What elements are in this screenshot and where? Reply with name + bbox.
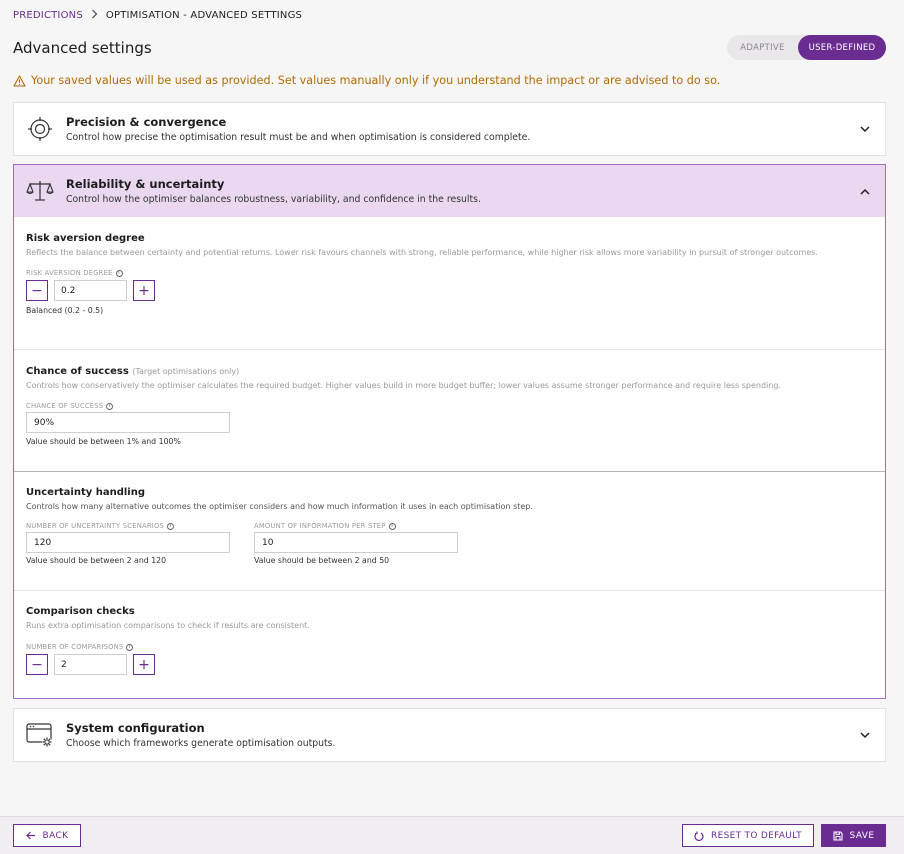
- breadcrumb: PREDICTIONS OPTIMISATION - ADVANCED SETT…: [13, 8, 302, 22]
- reset-to-default-button[interactable]: RESET TO DEFAULT: [682, 824, 814, 847]
- panel-reliability-title: Reliability & uncertainty: [66, 177, 225, 191]
- comparison-desc: Runs extra optimisation comparisons to c…: [26, 621, 310, 630]
- panel-system: System configuration Choose which framew…: [13, 708, 886, 762]
- comparison-field-label: NUMBER OF COMPARISONS i: [26, 643, 873, 651]
- scenarios-input[interactable]: 120: [26, 532, 230, 553]
- arrow-left-icon: [25, 831, 35, 840]
- target-icon: [14, 103, 66, 155]
- mode-toggle[interactable]: ADAPTIVE USER-DEFINED: [727, 35, 886, 60]
- reliability-sections: Risk aversion degree Reflects the balanc…: [14, 217, 885, 698]
- breadcrumb-current: OPTIMISATION - ADVANCED SETTINGS: [105, 9, 303, 21]
- section-uncertainty-handling: Uncertainty handling Controls how many a…: [14, 471, 885, 590]
- risk-stepper: − 0.2 +: [26, 280, 873, 301]
- comparison-increment-button[interactable]: +: [133, 654, 155, 675]
- risk-label-text: RISK AVERSION DEGREE: [26, 269, 113, 277]
- chance-desc: Controls how conservatively the optimise…: [26, 381, 781, 390]
- section-risk-aversion: Risk aversion degree Reflects the balanc…: [14, 217, 885, 349]
- breadcrumb-link-predictions[interactable]: PREDICTIONS: [13, 10, 83, 21]
- chevron-right-icon: [91, 9, 98, 22]
- panel-precision-title: Precision & convergence: [66, 115, 227, 129]
- chance-hint: Value should be between 1% and 100%: [26, 437, 181, 446]
- bottom-action-bar: BACK RESET TO DEFAULT SAVE: [0, 816, 904, 854]
- risk-hint: Balanced (0.2 - 0.5): [26, 306, 104, 315]
- uncertainty-title: Uncertainty handling: [26, 487, 146, 498]
- info-per-step-label-text: AMOUNT OF INFORMATION PER STEP: [254, 522, 386, 530]
- panel-system-header[interactable]: System configuration Choose which framew…: [14, 709, 885, 761]
- risk-desc: Reflects the balance between certainty a…: [26, 248, 818, 257]
- reset-icon: [694, 831, 704, 841]
- save-icon: [832, 830, 843, 841]
- chance-field-label: CHANCE OF SUCCESS i: [26, 402, 873, 410]
- scale-icon: [14, 165, 66, 217]
- chevron-down-icon[interactable]: [859, 123, 871, 135]
- page: PREDICTIONS OPTIMISATION - ADVANCED SETT…: [0, 0, 904, 816]
- chance-note: (Target optimisations only): [132, 367, 240, 376]
- risk-field-label: RISK AVERSION DEGREE i: [26, 269, 873, 277]
- warning-text: Your saved values will be used as provid…: [31, 74, 721, 87]
- warning-icon: [13, 74, 26, 87]
- chance-title-text: Chance of success: [26, 366, 129, 377]
- window-gear-icon: [14, 709, 66, 761]
- panel-precision-desc: Control how precise the optimisation res…: [66, 132, 531, 143]
- section-chance-of-success: Chance of success (Target optimisations …: [14, 349, 885, 471]
- comparison-decrement-button[interactable]: −: [26, 654, 48, 675]
- comparison-label-text: NUMBER OF COMPARISONS: [26, 643, 124, 651]
- uncertainty-desc: Controls how many alternative outcomes t…: [26, 502, 533, 511]
- panel-system-desc: Choose which frameworks generate optimis…: [66, 738, 336, 749]
- panel-system-title: System configuration: [66, 721, 205, 735]
- back-button-label: BACK: [42, 830, 69, 841]
- warning-message: Your saved values will be used as provid…: [13, 74, 720, 87]
- info-per-step-input[interactable]: 10: [254, 532, 458, 553]
- uncertainty-fields: NUMBER OF UNCERTAINTY SCENARIOS i 120 Va…: [26, 522, 873, 565]
- page-title: Advanced settings: [13, 39, 152, 57]
- info-icon[interactable]: i: [126, 643, 134, 651]
- comparison-title: Comparison checks: [26, 606, 135, 617]
- info-icon[interactable]: i: [106, 402, 114, 410]
- risk-title: Risk aversion degree: [26, 233, 145, 244]
- panel-reliability-desc: Control how the optimiser balances robus…: [66, 194, 481, 205]
- mode-user-defined-option[interactable]: USER-DEFINED: [798, 35, 886, 60]
- mode-adaptive-option[interactable]: ADAPTIVE: [727, 35, 798, 60]
- scenarios-field: NUMBER OF UNCERTAINTY SCENARIOS i 120 Va…: [26, 522, 254, 565]
- save-button-label: SAVE: [849, 830, 875, 841]
- panel-precision-header[interactable]: Precision & convergence Control how prec…: [14, 103, 885, 155]
- risk-decrement-button[interactable]: −: [26, 280, 48, 301]
- section-comparison-checks: Comparison checks Runs extra optimisatio…: [14, 590, 885, 698]
- chevron-up-icon[interactable]: [859, 185, 871, 197]
- chevron-down-icon[interactable]: [859, 729, 871, 741]
- reset-button-label: RESET TO DEFAULT: [711, 830, 802, 841]
- panel-precision: Precision & convergence Control how prec…: [13, 102, 886, 156]
- scenarios-hint: Value should be between 2 and 120: [26, 556, 167, 565]
- risk-increment-button[interactable]: +: [133, 280, 155, 301]
- comparison-input[interactable]: 2: [54, 654, 127, 675]
- risk-input[interactable]: 0.2: [54, 280, 127, 301]
- comparison-stepper: − 2 +: [26, 654, 873, 675]
- chance-label-text: CHANCE OF SUCCESS: [26, 402, 104, 410]
- info-icon[interactable]: i: [115, 269, 123, 277]
- info-per-step-field-label: AMOUNT OF INFORMATION PER STEP i: [254, 522, 482, 530]
- chance-title: Chance of success (Target optimisations …: [26, 366, 873, 377]
- info-icon[interactable]: i: [167, 522, 175, 530]
- back-button[interactable]: BACK: [13, 824, 81, 847]
- info-per-step-field: AMOUNT OF INFORMATION PER STEP i 10 Valu…: [254, 522, 482, 565]
- scenarios-field-label: NUMBER OF UNCERTAINTY SCENARIOS i: [26, 522, 254, 530]
- panel-reliability: Reliability & uncertainty Control how th…: [13, 164, 886, 699]
- info-icon[interactable]: i: [388, 522, 396, 530]
- info-per-step-hint: Value should be between 2 and 50: [254, 556, 390, 565]
- scenarios-label-text: NUMBER OF UNCERTAINTY SCENARIOS: [26, 522, 165, 530]
- chance-input[interactable]: 90%: [26, 412, 230, 433]
- save-button[interactable]: SAVE: [821, 824, 886, 847]
- panel-reliability-header[interactable]: Reliability & uncertainty Control how th…: [14, 165, 885, 217]
